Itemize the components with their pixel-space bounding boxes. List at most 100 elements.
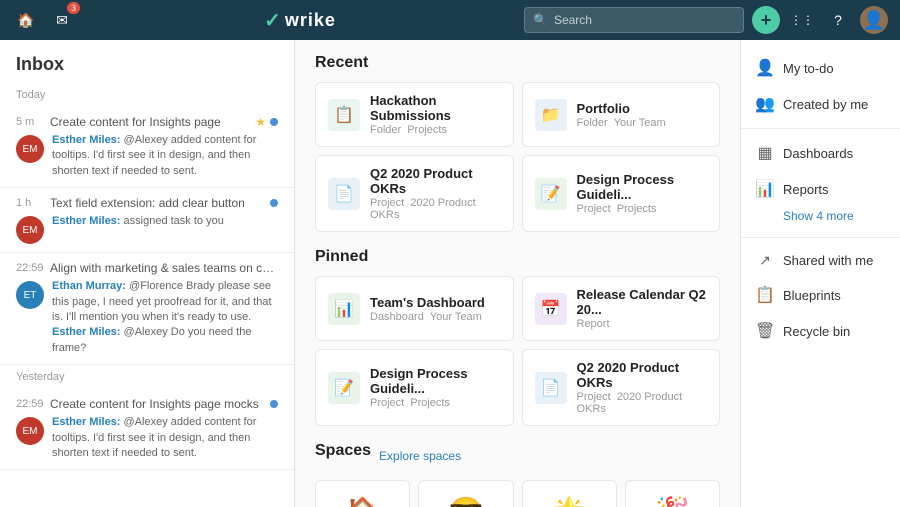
pinned-card-q2okrs[interactable]: 📄 Q2 2020 Product OKRs Project2020 Produ… (522, 349, 721, 426)
card-meta: DashboardYour Team (370, 311, 488, 323)
space-card-office[interactable]: 🎉 Office (625, 480, 720, 507)
card-name: Q2 2020 Product OKRs (577, 360, 708, 390)
person-plus-icon: 👥 (755, 94, 775, 114)
user-avatar[interactable]: 👤 (860, 6, 888, 34)
help-button[interactable]: ? (824, 6, 852, 34)
inbox-title: Inbox (0, 40, 294, 83)
mention-name: Esther Miles: (52, 416, 120, 428)
sidebar-item-shared-with-me[interactable]: ↗ Shared with me (741, 244, 900, 277)
card-name: Design Process Guideli... (577, 172, 708, 202)
unread-dot (270, 400, 278, 408)
inbox-time: 22:59 (16, 398, 44, 410)
card-name: Design Process Guideli... (370, 366, 501, 396)
card-info: Q2 2020 Product OKRs Project2020 Product… (370, 166, 501, 221)
inbox-button[interactable]: ✉ 3 (48, 6, 76, 34)
sidebar-item-dashboards[interactable]: ▦ Dashboards (741, 135, 900, 171)
recent-card-hackathon[interactable]: 📋 Hackathon Submissions FolderProjects (315, 82, 514, 147)
recent-card-q2okrs[interactable]: 📄 Q2 2020 Product OKRs Project2020 Produ… (315, 155, 514, 232)
apps-button[interactable]: ⋮⋮ (788, 6, 816, 34)
card-type: Folder (370, 124, 401, 136)
card-meta: Folder Projects (370, 124, 501, 136)
avatar: EM (16, 135, 44, 163)
share-icon: ↗ (755, 252, 775, 269)
list-item[interactable]: 1 h Text field extension: add clear butt… (0, 188, 294, 253)
card-name: Release Calendar Q2 20... (577, 287, 708, 317)
home-button[interactable]: 🏠 (12, 6, 40, 34)
card-context: Projects (410, 397, 450, 409)
sidebar-item-reports[interactable]: 📊 Reports (741, 171, 900, 207)
blueprint-icon: 📋 (755, 285, 775, 305)
sidebar-item-mytodo[interactable]: 👤 My to-do (741, 50, 900, 86)
space-emoji: 😎 (448, 495, 483, 507)
recent-card-design[interactable]: 📝 Design Process Guideli... ProjectProje… (522, 155, 721, 232)
sidebar-item-label: My to-do (783, 61, 834, 76)
card-name: Hackathon Submissions (370, 93, 501, 123)
logo: ✓ wrike (86, 8, 514, 33)
sidebar-item-label: Reports (783, 182, 829, 197)
sidebar-show-more[interactable]: Show 4 more (741, 207, 900, 231)
explore-spaces-link[interactable]: Explore spaces (379, 449, 461, 463)
pinned-card-calendar[interactable]: 📅 Release Calendar Q2 20... Report (522, 276, 721, 341)
main-layout: Inbox Today 5 m Create content for Insig… (0, 40, 900, 507)
pinned-card-dashboard[interactable]: 📊 Team's Dashboard DashboardYour Team (315, 276, 514, 341)
list-item[interactable]: 22:59 Create content for Insights page m… (0, 389, 294, 470)
space-emoji: 🏠 (345, 495, 380, 507)
list-item[interactable]: 22:59 Align with marketing & sales teams… (0, 253, 294, 365)
sidebar-item-label: Dashboards (783, 146, 853, 161)
sidebar-item-label: Shared with me (783, 253, 873, 268)
dashboard-icon: ▦ (755, 143, 775, 163)
inbox-actions: ★ (255, 115, 278, 129)
card-meta: Project2020 Product OKRs (577, 391, 708, 415)
recent-section-title: Recent (315, 54, 720, 72)
sidebar-item-blueprints[interactable]: 📋 Blueprints (741, 277, 900, 313)
inbox-subject: Text field extension: add clear button (50, 196, 264, 210)
card-context: Projects (407, 124, 447, 136)
card-type: Folder (577, 117, 608, 129)
recent-card-portfolio[interactable]: 📁 Portfolio FolderYour Team (522, 82, 721, 147)
pinned-card-design[interactable]: 📝 Design Process Guideli... ProjectProje… (315, 349, 514, 426)
inbox-panel: Inbox Today 5 m Create content for Insig… (0, 40, 295, 507)
inbox-message-text: Esther Miles: @Alexey added content for … (52, 133, 278, 179)
card-icon: 📅 (535, 293, 567, 325)
card-name: Team's Dashboard (370, 295, 488, 310)
sidebar-item-created-by-me[interactable]: 👥 Created by me (741, 86, 900, 122)
search-bar[interactable]: 🔍 Search (524, 7, 744, 33)
search-icon: 🔍 (533, 13, 548, 27)
list-item[interactable]: 5 m Create content for Insights page ★ E… (0, 107, 294, 188)
space-card-product-desi[interactable]: 🌟 Product Desi... (522, 480, 617, 507)
add-button[interactable]: + (752, 6, 780, 34)
logo-check-icon: ✓ (264, 8, 281, 33)
pinned-section-title: Pinned (315, 248, 720, 266)
avatar: EM (16, 216, 44, 244)
logo-text: wrike (285, 10, 336, 31)
inbox-date-today: Today (0, 83, 294, 107)
inbox-actions (270, 199, 278, 207)
avatar: EM (16, 417, 44, 445)
card-info: Design Process Guideli... ProjectProject… (370, 366, 501, 409)
recent-cards-grid: 📋 Hackathon Submissions FolderProjects 📁… (315, 82, 720, 232)
topnav: 🏠 ✉ 3 ✓ wrike 🔍 Search + ⋮⋮ ? 👤 (0, 0, 900, 40)
inbox-actions (270, 400, 278, 408)
inbox-message-text: Ethan Murray: @Florence Brady please see… (52, 279, 278, 356)
sidebar-item-recycle-bin[interactable]: 🗑 Recycle bin (741, 313, 900, 349)
card-icon: 📄 (328, 178, 360, 210)
search-placeholder: Search (554, 13, 592, 27)
card-info: Q2 2020 Product OKRs Project2020 Product… (577, 360, 708, 415)
right-sidebar: 👤 My to-do 👥 Created by me ▦ Dashboards … (740, 40, 900, 507)
message-body: assigned task to you (124, 215, 224, 227)
sidebar-item-label: Recycle bin (783, 324, 850, 339)
card-name: Portfolio (577, 101, 672, 116)
star-icon[interactable]: ★ (255, 115, 266, 129)
inbox-time: 22:59 (16, 262, 44, 274)
space-card-personal[interactable]: 🏠 Personal (315, 480, 410, 507)
card-meta: ProjectProjects (577, 203, 708, 215)
card-info: Team's Dashboard DashboardYour Team (370, 295, 488, 323)
inbox-subject: Create content for Insights page mocks (50, 397, 264, 411)
space-card-your-team[interactable]: 😎 Your Team (418, 480, 513, 507)
card-meta: ProjectProjects (370, 397, 501, 409)
pinned-cards-grid: 📊 Team's Dashboard DashboardYour Team 📅 … (315, 276, 720, 426)
mention-name: Esther Miles: (52, 215, 120, 227)
mention-name: Ethan Murray: (52, 280, 126, 292)
inbox-subject: Create content for Insights page (50, 115, 249, 129)
card-context: Your Team (614, 117, 666, 129)
